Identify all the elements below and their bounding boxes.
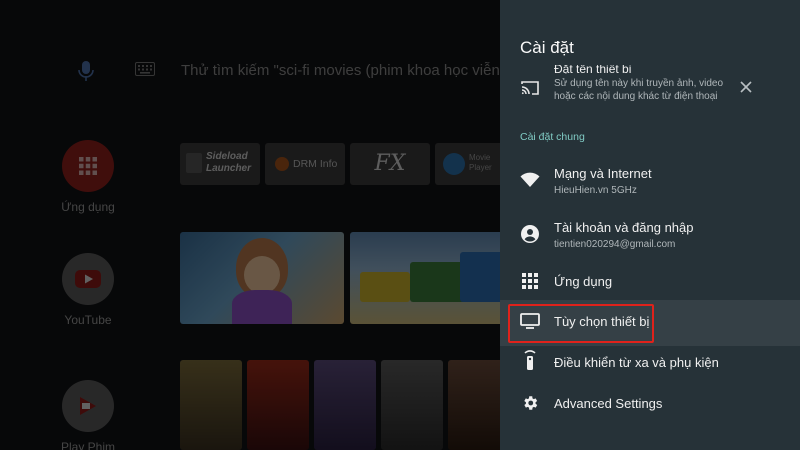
side-app-apps[interactable]: Ứng dụng — [58, 140, 118, 214]
app-tile-label: Sideload Launcher — [206, 151, 252, 174]
app-tile-label: Movie Player — [469, 153, 492, 172]
search-hint[interactable]: Thử tìm kiếm "sci-fi movies (phim khoa h… — [181, 62, 500, 79]
drm-info-icon — [275, 157, 289, 171]
side-app-play-movies[interactable]: Play Phim — [58, 380, 118, 450]
apps-grid-icon — [520, 271, 540, 291]
microphone-icon[interactable] — [78, 60, 94, 82]
remote-icon — [520, 350, 540, 370]
app-tile-fx[interactable]: FX — [350, 143, 430, 185]
side-app-youtube[interactable]: YouTube — [58, 253, 118, 327]
app-tile-label: FX — [374, 151, 406, 176]
section-header-general: Cài đặt chung — [520, 131, 585, 143]
device-name-title: Đặt tên thiết bị — [554, 65, 632, 74]
side-app-label: YouTube — [64, 313, 112, 327]
movie-player-icon — [443, 153, 465, 175]
app-tile-movie-player[interactable]: Movie Player — [435, 143, 500, 185]
gear-icon — [520, 393, 540, 413]
settings-item-network[interactable]: Mạng và Internet HieuHien.vn 5GHz — [500, 164, 800, 204]
device-name-subtitle: Sử dụng tên này khi truyền ảnh, video ho… — [554, 78, 724, 102]
device-name-row[interactable]: Đặt tên thiết bị Sử dụng tên này khi tru… — [500, 65, 800, 120]
apps-grid-icon — [62, 140, 114, 192]
movie-poster[interactable] — [247, 360, 309, 450]
wifi-icon — [520, 170, 540, 190]
settings-item-title: Tài khoản và đăng nhập — [554, 220, 694, 235]
settings-item-account[interactable]: Tài khoản và đăng nhập tientien020294@gm… — [500, 218, 800, 258]
settings-item-advanced[interactable]: Advanced Settings — [500, 391, 800, 421]
play-movies-icon — [62, 380, 114, 432]
settings-item-subtitle: HieuHien.vn 5GHz — [554, 185, 637, 196]
settings-item-title: Điều khiển từ xa và phụ kiện — [554, 355, 719, 370]
keyboard-icon[interactable] — [135, 62, 155, 76]
settings-item-subtitle: tientien020294@gmail.com — [554, 239, 676, 250]
featured-video-tile-1[interactable] — [180, 232, 344, 324]
close-icon[interactable] — [739, 80, 753, 94]
cast-icon — [520, 78, 540, 98]
movie-poster[interactable] — [448, 360, 500, 450]
launcher-background: Thử tìm kiếm "sci-fi movies (phim khoa h… — [0, 0, 500, 450]
sideload-icon — [186, 153, 202, 173]
app-tile-sideload-launcher[interactable]: Sideload Launcher — [180, 143, 260, 185]
settings-title: Cài đặt — [520, 38, 574, 57]
app-tile-drm-info[interactable]: DRM Info — [265, 143, 345, 185]
settings-item-apps[interactable]: Ứng dụng — [500, 268, 800, 298]
settings-item-remote[interactable]: Điều khiển từ xa và phụ kiện — [500, 350, 800, 380]
movie-poster[interactable] — [314, 360, 376, 450]
movie-poster[interactable] — [381, 360, 443, 450]
movie-poster[interactable] — [180, 360, 242, 450]
youtube-play-icon — [62, 253, 114, 305]
featured-video-tile-2[interactable] — [350, 232, 500, 324]
account-icon — [520, 224, 540, 244]
side-app-label: Play Phim — [60, 440, 116, 450]
settings-item-title: Mạng và Internet — [554, 166, 652, 181]
side-app-label: Ứng dụng — [61, 200, 115, 214]
settings-item-title: Advanced Settings — [554, 396, 663, 411]
highlight-box — [508, 304, 654, 343]
app-tile-label: DRM Info — [293, 158, 338, 170]
settings-item-title: Ứng dụng — [554, 274, 613, 289]
